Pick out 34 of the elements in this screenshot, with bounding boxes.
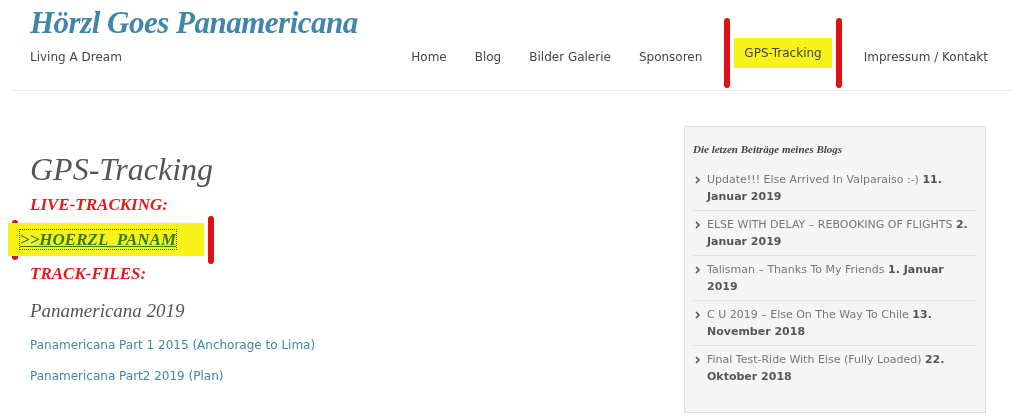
section-heading: TRACK-FILES: xyxy=(30,263,147,284)
nav-link[interactable]: Sponsoren xyxy=(632,46,709,68)
post-entry: ELSE WITH DELAY – REBOOKING OF FLIGHTS 2. Januar 2019 xyxy=(707,216,969,250)
track-file-link[interactable]: Panamericana Part 1 2015 (Anchorage to Lima) xyxy=(30,335,316,354)
section-subheading: Panamericana 2019 xyxy=(30,299,185,323)
track-file-link[interactable]: Panamericana Part2 2019 (Plan) xyxy=(30,366,224,385)
chevron-icon xyxy=(695,310,701,319)
nav-link[interactable]: Home xyxy=(405,46,453,68)
post-entry: Update!!! Else Arrived In Valparaiso :-) 11. Januar 2019 xyxy=(707,171,943,205)
post-entry: Talisman – Thanks To My Friends 1. Januar 2019 xyxy=(707,261,945,295)
post-entry: Final Test-Ride With Else (Fully Loaded) 22. Oktober 2018 xyxy=(707,351,946,385)
chevron-icon xyxy=(695,355,701,364)
site-logo[interactable]: Hörzl Goes Panamericana xyxy=(30,6,358,41)
post-entry: C U 2019 – Else On The Way To Chile 13. November 2018 xyxy=(707,306,933,340)
chevron-icon xyxy=(695,265,701,274)
marker-stroke xyxy=(835,18,842,88)
site-tagline: Living A Dream xyxy=(30,49,123,67)
post-link[interactable]: Update!!! Else Arrived In Valparaiso :-) xyxy=(707,172,919,186)
nav-link[interactable]: GPS-Tracking xyxy=(734,38,832,68)
section-heading: LIVE-TRACKING: xyxy=(30,195,168,216)
page-title: GPS-Tracking xyxy=(30,152,214,188)
post-link[interactable]: ELSE WITH DELAY – REBOOKING OF FLIGHTS xyxy=(707,217,953,231)
marker-stroke xyxy=(208,215,214,264)
nav-link[interactable]: Blog xyxy=(468,46,508,68)
chevron-icon xyxy=(695,220,701,229)
widget-title: Die letzen Beiträge meines Blogs xyxy=(693,142,844,157)
marker-stroke xyxy=(724,18,731,88)
post-link[interactable]: Final Test-Ride With Else (Fully Loaded) xyxy=(707,352,922,366)
nav-link[interactable]: Impressum / Kontakt xyxy=(857,46,994,68)
tracking-link[interactable]: >>HOERZL_PANAM xyxy=(20,229,176,249)
post-link[interactable]: C U 2019 – Else On The Way To Chile xyxy=(707,307,909,321)
nav-link[interactable]: Bilder Galerie xyxy=(523,46,617,68)
post-link[interactable]: Talisman – Thanks To My Friends xyxy=(707,262,885,276)
chevron-icon xyxy=(695,175,701,184)
